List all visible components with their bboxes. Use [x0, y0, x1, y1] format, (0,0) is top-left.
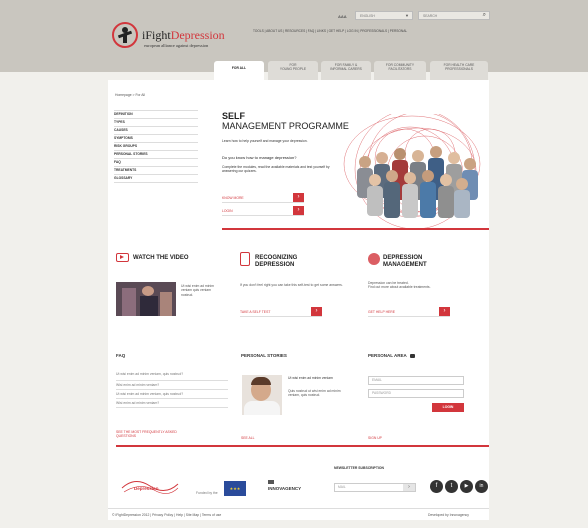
innovagency-logo: INNOVAGENCY: [268, 480, 316, 494]
self-test-row[interactable]: TAKE A SELF TEST ›: [240, 307, 322, 317]
faq-title: FAQ: [116, 353, 126, 358]
recognizing-text: If you don't feel right you can take thi…: [240, 283, 343, 287]
faq-more-link[interactable]: SEE THE MOST FREQUENTLY ASKED QUESTIONS: [116, 430, 196, 439]
content-bottom-rule: [116, 445, 489, 447]
hero-paragraph-1: Learn how to help yourself and manage yo…: [222, 139, 308, 143]
video-title: WATCH THE VIDEO: [133, 255, 189, 261]
footer-divider: [108, 508, 489, 509]
hero-title-line1: SELF: [222, 111, 246, 121]
sidebar-nav: DEFINITION TYPES CAUSES SYMPTOMS RISK GR…: [114, 110, 198, 183]
logo-figure-icon: [112, 22, 138, 48]
personal-area-title: PERSONAL AREA: [368, 353, 415, 358]
social-icon-1[interactable]: f: [430, 480, 443, 493]
email-field[interactable]: EMAIL: [368, 376, 464, 385]
tab-family-carers[interactable]: FOR FAMILY & INFORMAL CARERS: [321, 61, 371, 80]
hero-login-row[interactable]: LOGIN ›: [222, 206, 304, 216]
top-links[interactable]: TOOLS | ABOUT US | RESOURCES | FAQ | LIN…: [253, 29, 493, 33]
footer-developed-by[interactable]: Developed by Innovagency: [428, 513, 469, 517]
know-more-arrow-icon[interactable]: ›: [293, 193, 304, 202]
logo-fight: Fight: [145, 28, 171, 42]
story-quote: Ut wisi enim ad minim veniam: [288, 376, 333, 380]
story-portrait[interactable]: [242, 375, 282, 415]
story-text: Quis nostrud ut wisi enim ad minim venia…: [288, 389, 341, 398]
logo[interactable]: iFightDepression european alliance again…: [112, 22, 262, 52]
newsletter-title: NEWSLETTER SUBSCRIPTION: [334, 466, 384, 470]
funded-by-text: Funded by the: [196, 491, 218, 495]
management-circle-icon: [368, 253, 380, 265]
footer-copyright[interactable]: © iFightDepression 2012 | Privacy Policy…: [112, 513, 221, 517]
hero-know-more-row[interactable]: KNOW MORE ›: [222, 193, 304, 203]
sidebar-item-faq[interactable]: FAQ: [114, 159, 198, 167]
management-text: Depression can be treated. Find out more…: [368, 281, 431, 290]
password-field[interactable]: PASSWORD: [368, 389, 464, 398]
sidebar-item-causes[interactable]: CAUSES: [114, 127, 198, 135]
tab-health-care-professionals[interactable]: FOR HEALTH CARE PROFESSIONALS: [430, 61, 488, 80]
sidebar-item-glossary[interactable]: GLOSSARY: [114, 175, 198, 183]
tab-young-people[interactable]: FOR YOUNG PEOPLE: [268, 61, 318, 80]
sidebar-item-risk-groups[interactable]: RISK GROUPS: [114, 143, 198, 151]
video-thumbnail[interactable]: [116, 282, 176, 316]
footer-logo-text: Depression: [134, 486, 159, 491]
font-size-control[interactable]: AAA: [338, 14, 347, 19]
search-input[interactable]: SEARCH ⌕: [418, 11, 490, 20]
hero-paragraph-3: Complete the modules, read the available…: [222, 165, 330, 174]
signup-link[interactable]: SIGN UP: [368, 436, 382, 440]
management-title: DEPRESSION MANAGEMENT: [383, 255, 427, 268]
sidebar-item-symptoms[interactable]: SYMPTOMS: [114, 135, 198, 143]
logo-depression: Depression: [170, 28, 225, 42]
faq-item[interactable]: Wisi enim ad minim veniam?: [116, 399, 228, 408]
faq-item[interactable]: Ut wisi enim ad minim veniam, quis nostr…: [116, 390, 228, 399]
tab-for-all[interactable]: FOR ALL: [214, 61, 264, 80]
faq-item[interactable]: Ut wisi enim ad minim veniam, quis nostr…: [116, 372, 228, 381]
newsletter-submit-icon[interactable]: ›: [403, 484, 415, 491]
stories-title: PERSONAL STORIES: [241, 353, 287, 358]
sidebar-item-types[interactable]: TYPES: [114, 119, 198, 127]
hero-paragraph-2: Do you know how to manage depression?: [222, 155, 297, 160]
faq-list: Ut wisi enim ad minim veniam, quis nostr…: [116, 372, 228, 408]
logo-tagline: european alliance against depression: [144, 43, 209, 48]
breadcrumb[interactable]: Homepage > For All: [115, 93, 145, 97]
social-icon-4[interactable]: in: [475, 480, 488, 493]
tab-community-facilitators[interactable]: FOR COMMUNITY FACILITATORS: [374, 61, 426, 80]
get-help-link[interactable]: GET HELP HERE: [368, 310, 395, 314]
hero-title-line2: MANAGEMENT PROGRAMME: [222, 121, 349, 131]
recognizing-title: RECOGNIZING DEPRESSION: [255, 255, 298, 268]
lock-icon: [409, 353, 415, 358]
login-button[interactable]: LOGIN: [432, 403, 464, 412]
get-help-arrow-icon[interactable]: ›: [439, 307, 450, 316]
hero-bottom-rule: [222, 228, 489, 230]
self-test-link[interactable]: TAKE A SELF TEST: [240, 310, 270, 314]
video-camera-icon: [116, 253, 129, 262]
video-caption: Ut wisi enim ad minim veniam quis veniam…: [181, 284, 214, 297]
eu-flag-icon: ★★★: [224, 481, 246, 496]
clipboard-icon: [240, 252, 250, 266]
self-test-arrow-icon[interactable]: ›: [311, 307, 322, 316]
social-icon-2[interactable]: t: [445, 480, 458, 493]
language-value: ENGLISH: [360, 14, 375, 18]
stories-see-all-link[interactable]: SEE ALL: [241, 436, 255, 440]
sidebar-item-treatments[interactable]: TREATMENTS: [114, 167, 198, 175]
ifightdepression-footer-logo: Depression: [120, 474, 180, 496]
hero-login-link[interactable]: LOGIN: [222, 209, 233, 213]
language-select[interactable]: ENGLISH ▼: [355, 11, 413, 20]
social-icon-3[interactable]: ▶: [460, 480, 473, 493]
chevron-down-icon: ▼: [405, 13, 409, 18]
hero-login-arrow-icon[interactable]: ›: [293, 206, 304, 215]
search-placeholder: SEARCH: [423, 14, 438, 18]
know-more-link[interactable]: KNOW MORE: [222, 196, 244, 200]
search-icon[interactable]: ⌕: [483, 12, 486, 19]
get-help-row[interactable]: GET HELP HERE ›: [368, 307, 450, 317]
sidebar-item-personal-stories[interactable]: PERSONAL STORIES: [114, 151, 198, 159]
faq-item[interactable]: Wisi enim ad minim veniam?: [116, 381, 228, 390]
hero-crowd-image: [340, 114, 489, 228]
sidebar-item-definition[interactable]: DEFINITION: [114, 111, 198, 119]
